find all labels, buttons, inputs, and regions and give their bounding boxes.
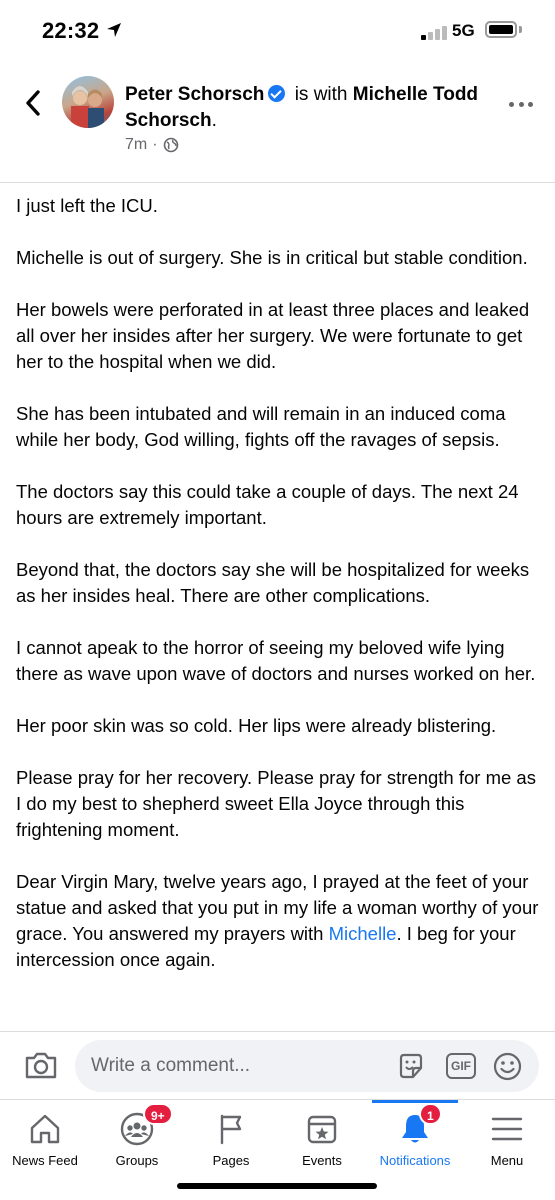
post-paragraph: I just left the ICU. (16, 195, 158, 216)
more-options-button[interactable] (509, 92, 533, 116)
nav-events[interactable]: Events (277, 1100, 367, 1180)
comment-placeholder: Write a comment... (91, 1055, 251, 1076)
nav-label: Menu (490, 1153, 524, 1168)
cellular-signal-icon (421, 24, 447, 40)
post-paragraph: She has been intubated and will remain i… (16, 403, 506, 450)
nav-news-feed[interactable]: News Feed (0, 1100, 90, 1180)
header-divider (0, 182, 555, 183)
hamburger-icon (491, 1117, 523, 1141)
nav-label: Events (302, 1153, 342, 1168)
nav-notifications[interactable]: 1 Notifications (370, 1100, 460, 1180)
comment-input[interactable]: Write a comment... GIF (75, 1040, 539, 1092)
chevron-left-icon (26, 90, 40, 116)
status-time: 22:32 (42, 18, 100, 43)
gif-button[interactable]: GIF (446, 1053, 476, 1079)
location-arrow-icon (107, 23, 121, 37)
post-paragraph: I cannot apeak to the horror of seeing m… (16, 637, 536, 684)
nav-label: Pages (212, 1153, 250, 1168)
sticker-icon[interactable] (397, 1052, 425, 1080)
post-paragraph: The doctors say this could take a couple… (16, 481, 519, 528)
comment-bar: Write a comment... GIF (0, 1031, 555, 1099)
nav-label: Groups (115, 1153, 159, 1168)
post-meta: 7m · (125, 136, 179, 154)
post-paragraph: Her poor skin was so cold. Her lips were… (16, 715, 497, 736)
network-type: 5G (452, 21, 475, 40)
status-bar: 22:32 5G (0, 0, 555, 62)
post-header: Peter Schorsch is with Michelle Todd Sch… (0, 70, 555, 182)
avatar[interactable] (62, 76, 114, 128)
tagged-suffix: . (211, 110, 217, 131)
post-paragraph-last: Dear Virgin Mary, twelve years ago, I pr… (16, 869, 541, 973)
calendar-star-icon (307, 1115, 337, 1144)
with-text: is with (294, 84, 348, 105)
groups-badge: 9+ (143, 1103, 173, 1125)
post-body: I just left the ICU. Michelle is out of … (16, 193, 541, 1030)
post-paragraph: Michelle is out of surgery. She is in cr… (16, 247, 528, 268)
battery-icon (485, 21, 517, 38)
home-icon (30, 1114, 60, 1144)
more-dot (518, 101, 524, 107)
verified-badge-icon (268, 85, 286, 102)
nav-menu[interactable]: Menu (462, 1100, 552, 1180)
post-author-line: Peter Schorsch is with Michelle Todd Sch… (125, 82, 485, 134)
notifications-badge: 1 (419, 1103, 442, 1125)
nav-pages[interactable]: Pages (186, 1100, 276, 1180)
mention-link[interactable]: Michelle (329, 923, 397, 944)
nav-label: Notifications (379, 1153, 451, 1168)
post-paragraph: Her bowels were perforated in at least t… (16, 299, 530, 372)
nav-groups[interactable]: 9+ Groups (92, 1100, 182, 1180)
battery-cap (519, 26, 522, 33)
emoji-icon[interactable] (493, 1052, 522, 1081)
more-dot (528, 101, 533, 107)
post-paragraph: Beyond that, the doctors say she will be… (16, 559, 530, 606)
avatar-photo (71, 86, 104, 128)
nav-label: News Feed (12, 1153, 78, 1168)
globe-icon (163, 137, 178, 153)
back-button[interactable] (18, 88, 48, 118)
flag-icon (220, 1114, 242, 1145)
post-paragraph: Please pray for her recovery. Please pra… (16, 767, 536, 840)
post-timestamp[interactable]: 7m (125, 136, 147, 154)
camera-icon[interactable] (24, 1050, 58, 1080)
more-dot (509, 101, 514, 107)
meta-separator: · (152, 136, 158, 153)
home-indicator[interactable] (177, 1183, 377, 1189)
author-name[interactable]: Peter Schorsch (125, 84, 264, 105)
